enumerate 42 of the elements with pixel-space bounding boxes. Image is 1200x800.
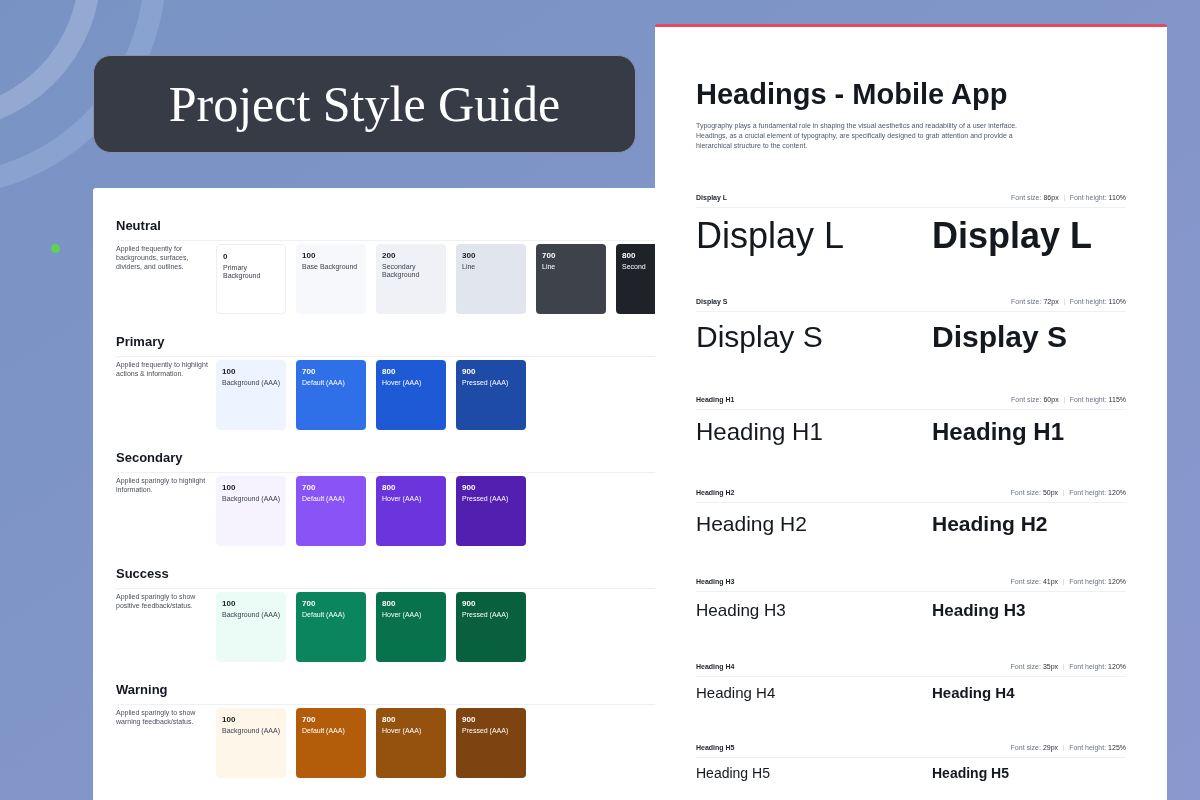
shade-number: 900 — [462, 715, 477, 725]
shade-number: 100 — [222, 483, 237, 493]
regular-sample-text: Heading H5 — [696, 765, 771, 780]
shade-number: 900 — [462, 367, 477, 377]
regular-sample-text: Heading H4 — [696, 684, 777, 700]
bold-sample-text: Heading H3 — [932, 601, 1026, 619]
shade-number: 800 — [382, 599, 397, 609]
bold-sample-text: Heading H1 — [932, 419, 1065, 444]
regular-sample-text: Display L — [696, 217, 846, 254]
shade-number: 700 — [302, 367, 317, 377]
shade-number: 700 — [302, 599, 317, 609]
bold-sample-text: Display L — [932, 217, 1093, 254]
shade-number: 800 — [622, 251, 637, 261]
shade-number: 700 — [542, 251, 557, 261]
bold-sample-text: Heading H4 — [932, 684, 1015, 700]
shade-number: 100 — [222, 715, 237, 725]
shade-number: 300 — [462, 251, 477, 261]
regular-sample-text: Heading H2 — [696, 512, 808, 534]
shade-number: 100 — [222, 599, 237, 609]
bold-sample-text: Heading H2 — [932, 512, 1048, 534]
shade-number: 200 — [382, 251, 397, 261]
section-title: Neutral — [116, 218, 161, 233]
shade-number: 700 — [302, 715, 317, 725]
regular-sample-text: Display S — [696, 321, 824, 352]
section-title: Secondary — [116, 450, 183, 465]
shade-number: 100 — [302, 251, 317, 261]
shade-number: 900 — [462, 483, 477, 493]
bold-sample-text: Heading H5 — [932, 765, 1009, 780]
section-title: Primary — [116, 334, 165, 349]
bold-sample-text: Display S — [932, 321, 1068, 352]
regular-sample-text: Heading H1 — [696, 419, 824, 444]
shade-number: 800 — [382, 715, 397, 725]
shade-number: 700 — [302, 483, 317, 493]
regular-sample-text: Heading H3 — [696, 601, 787, 619]
shade-number: 900 — [462, 599, 477, 609]
shade-number: 800 — [382, 367, 397, 377]
panel-title: Headings - Mobile App — [696, 77, 1009, 111]
shade-number: 0 — [223, 252, 229, 262]
shade-number: 800 — [382, 483, 397, 493]
section-title: Success — [116, 566, 169, 581]
section-title: Warning — [116, 682, 168, 697]
shade-number: 100 — [222, 367, 237, 377]
